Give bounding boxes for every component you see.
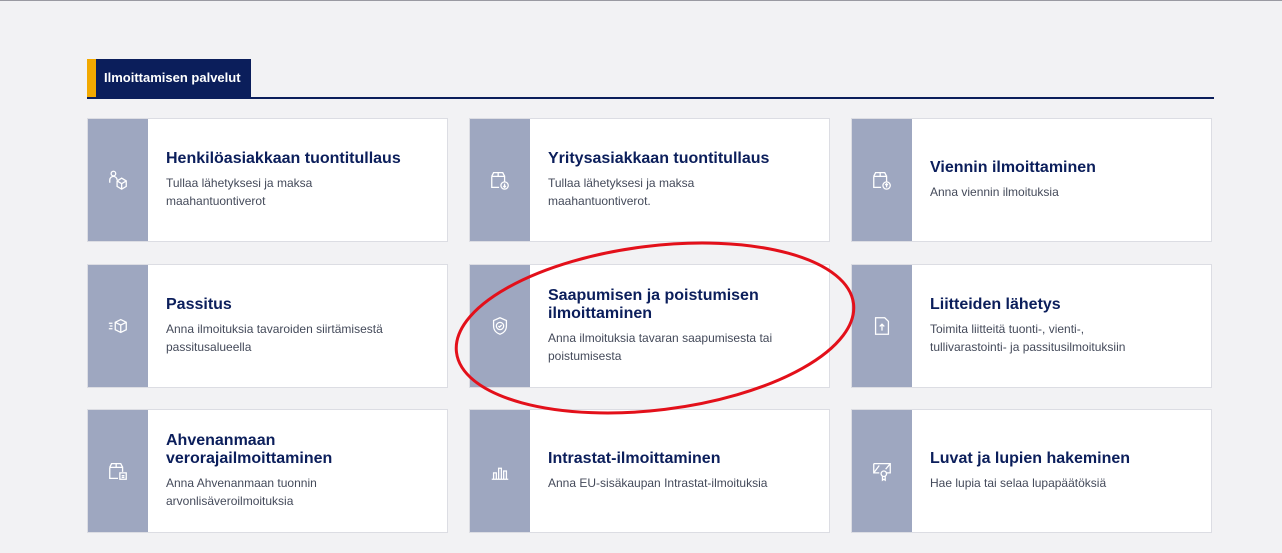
card-description: Anna EU-sisäkaupan Intrastat-ilmoituksia — [548, 476, 768, 490]
package-export-icon — [873, 172, 891, 190]
card-description: Anna ilmoituksia tavaran saapumisesta ta… — [548, 331, 773, 363]
card-icon-strip — [88, 119, 148, 241]
card-icon-strip — [470, 410, 530, 532]
card-title: Passitus — [166, 296, 232, 313]
shield-check-icon — [492, 317, 508, 335]
certificate-icon — [873, 463, 891, 482]
section-tab: Ilmoittamisen palvelut — [87, 59, 251, 97]
box-document-icon — [109, 463, 127, 480]
service-card-passitus[interactable]: Passitus Anna ilmoituksia tavaroiden sii… — [87, 264, 448, 388]
card-title: Viennin ilmoittaminen — [930, 159, 1096, 176]
person-package-icon — [109, 170, 127, 190]
card-description: Anna viennin ilmoituksia — [930, 185, 1059, 199]
card-description: Anna ilmoituksia tavaroiden siirtämisest… — [166, 322, 383, 354]
package-import-icon — [491, 172, 509, 190]
card-icon-strip — [470, 265, 530, 387]
card-title: Luvat ja lupien hakeminen — [930, 450, 1131, 467]
card-title: Yritysasiakkaan tuontitullaus — [548, 150, 770, 167]
service-card-saapumisen-ja-poistumisen-ilmoittaminen[interactable]: Saapumisen ja poistumisen ilmoittaminen A… — [469, 264, 830, 388]
card-description: Tullaa lähetyksesi ja maksa maahantuontiv… — [166, 176, 313, 208]
card-title: Intrastat-ilmoittaminen — [548, 450, 721, 467]
service-card-henkiloasiakkaan-tuontitullaus[interactable]: Henkilöasiakkaan tuontitullaus Tullaa lä… — [87, 118, 448, 242]
bar-chart-icon — [491, 467, 509, 480]
card-title: Ahvenanmaan verorajailmoittaminen — [166, 432, 333, 467]
card-icon-strip — [88, 410, 148, 532]
card-icon-strip — [470, 119, 530, 241]
top-divider — [0, 0, 1282, 1]
card-icon-strip — [852, 119, 912, 241]
document-upload-icon — [874, 317, 890, 335]
card-description: Anna Ahvenanmaan tuonnin arvonlisäveroilm… — [166, 476, 317, 508]
card-description: Toimita liitteitä tuonti-, vienti-, tulli… — [930, 322, 1126, 354]
card-icon-strip — [88, 265, 148, 387]
moving-box-icon — [108, 318, 127, 334]
card-icon-strip — [852, 265, 912, 387]
section-header: Ilmoittamisen palvelut — [87, 59, 1214, 99]
card-title: Liitteiden lähetys — [930, 296, 1061, 313]
service-card-liitteiden-lahetys[interactable]: Liitteiden lähetys Toimita liitteitä tuo… — [851, 264, 1212, 388]
section-title: Ilmoittamisen palvelut — [96, 59, 251, 97]
service-card-luvat-ja-lupien-hakeminen[interactable]: Luvat ja lupien hakeminen Hae lupia tai … — [851, 409, 1212, 533]
service-card-intrastat-ilmoittaminen[interactable]: Intrastat-ilmoittaminen Anna EU-sisäkaup… — [469, 409, 830, 533]
card-title: Saapumisen ja poistumisen ilmoittaminen — [548, 287, 759, 322]
section-accent-bar — [87, 59, 96, 97]
card-title: Henkilöasiakkaan tuontitullaus — [166, 150, 401, 167]
card-description: Hae lupia tai selaa lupapäätöksiä — [930, 476, 1107, 490]
card-icon-strip — [852, 410, 912, 532]
service-card-ahvenanmaan-verorajailmoittaminen[interactable]: Ahvenanmaan verorajailmoittaminen Anna Ah… — [87, 409, 448, 533]
service-card-viennin-ilmoittaminen[interactable]: Viennin ilmoittaminen Anna viennin ilmoi… — [851, 118, 1212, 242]
service-card-yritysasiakkaan-tuontitullaus[interactable]: Yritysasiakkaan tuontitullaus Tullaa läh… — [469, 118, 830, 242]
card-description: Tullaa lähetyksesi ja maksa maahantuontiv… — [548, 176, 695, 208]
